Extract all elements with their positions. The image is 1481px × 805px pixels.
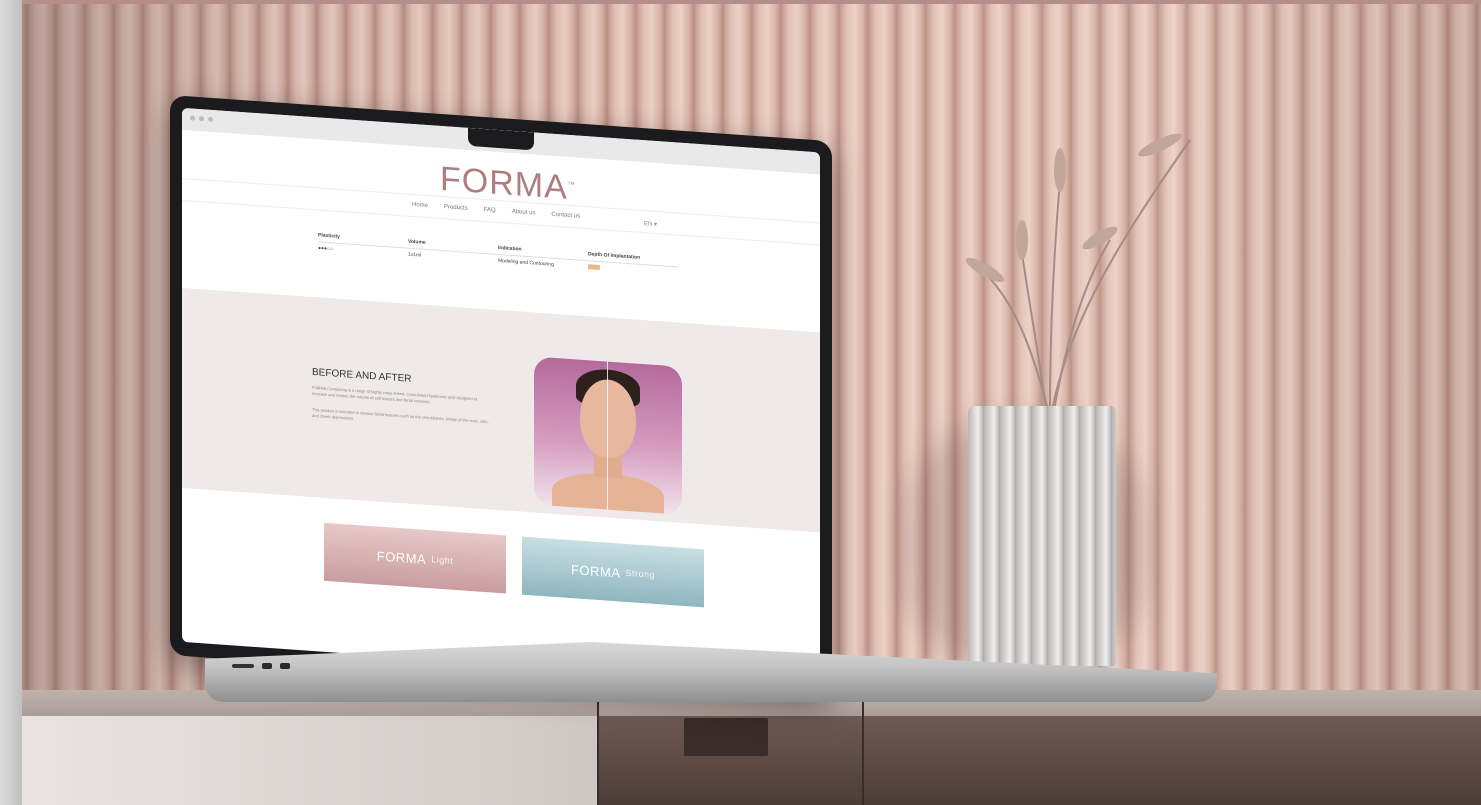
stem [1019,239,1047,411]
close-dot-icon[interactable] [190,115,195,121]
before-after-section: BEFORE AND AFTER FORMA Contouring is a r… [182,287,820,533]
stem [1049,179,1061,411]
laptop-screen: FORMA™ Home Products FAQ About us Contac… [182,107,820,687]
nav-about[interactable]: About us [512,209,536,217]
before-after-title: BEFORE AND AFTER [312,366,412,385]
dried-pampas-plant [965,133,1191,411]
language-selector[interactable]: EN ▾ [644,220,657,228]
laptop-lid: FORMA™ Home Products FAQ About us Contac… [170,95,832,702]
photo-scene: FORMA™ Home Products FAQ About us Contac… [0,0,1481,805]
nav-faq[interactable]: FAQ [484,207,496,214]
trademark-mark: ™ [567,181,576,190]
minimize-dot-icon[interactable] [199,116,204,122]
plume [1138,133,1182,157]
maximize-dot-icon[interactable] [208,116,213,123]
plume [965,257,1005,283]
skin-layer-icon [588,264,600,271]
card-name: FORMA [376,547,427,567]
magsafe-port-icon [232,664,254,668]
nav-contact[interactable]: Contact us [551,212,580,220]
before-after-text-2: This product is intended to contour faci… [312,406,489,425]
nav-home[interactable]: Home [412,202,428,209]
nav-products[interactable]: Products [444,204,468,212]
card-name: FORMA [571,561,621,580]
spec-table: Plasticity Volume Indication Depth Of Im… [318,229,678,280]
ribbed-vase [968,406,1116,666]
card-variant: Light [431,554,454,566]
cabinet-light-side [22,716,597,805]
left-wall [0,0,22,805]
before-after-photo [534,356,682,515]
plume [1082,226,1118,250]
logo-text: FORMA [440,159,568,207]
usb-c-port-icon [280,663,290,669]
drawer-divider [597,700,599,805]
top-strip [0,0,1481,4]
usb-c-port-icon [262,663,272,669]
stem [1051,139,1191,411]
forma-light-card[interactable]: FORMA Light [324,522,506,594]
forma-logo[interactable]: FORMA™ [440,160,576,208]
plume [1054,148,1066,192]
stem [969,259,1049,411]
window-controls[interactable] [190,115,213,123]
drawer-handle [684,718,768,756]
forma-strong-card[interactable]: FORMA Strong [522,536,704,608]
drawer-divider [862,700,864,805]
before-after-text-1: FORMA Contouring is a range of highly cr… [312,384,478,405]
plume [1016,220,1028,260]
card-variant: Strong [625,567,655,580]
stem [1053,239,1111,411]
laptop-ports [232,663,290,669]
split-line [607,361,608,510]
